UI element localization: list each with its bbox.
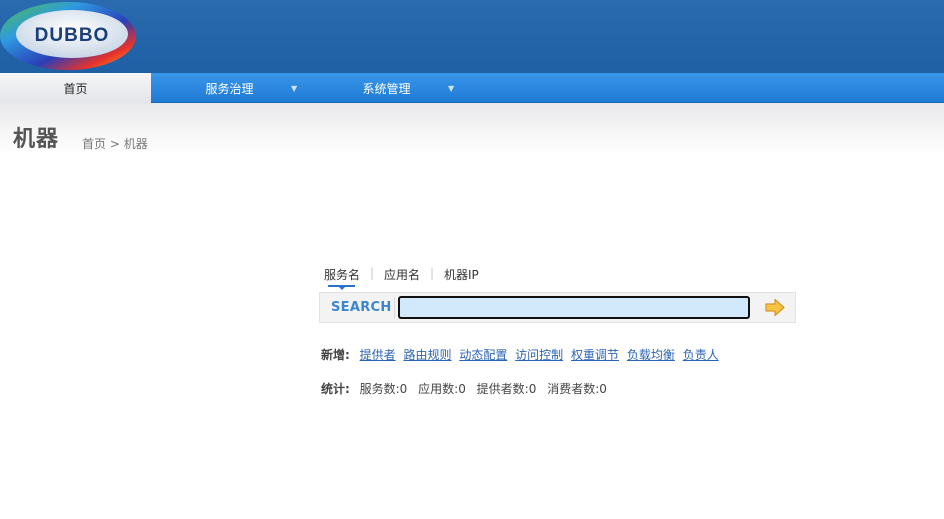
header-bar: DUBBO xyxy=(0,0,944,73)
add-weight-adjust-link[interactable]: 权重调节 xyxy=(571,348,619,362)
search-label: SEARCH xyxy=(331,300,392,315)
svg-text:DUBBO: DUBBO xyxy=(35,25,110,46)
add-access-control-link[interactable]: 访问控制 xyxy=(515,348,563,362)
arrow-right-icon[interactable] xyxy=(764,298,786,317)
stat-provider-count: 提供者数:0 xyxy=(476,382,537,396)
tab-service-name[interactable]: 服务名 xyxy=(324,266,360,283)
stat-consumer-count: 消费者数:0 xyxy=(547,382,607,396)
active-tab-pointer xyxy=(339,287,345,290)
dubbo-logo[interactable]: DUBBO xyxy=(0,0,142,72)
stat-application-count: 应用数:0 xyxy=(418,382,466,396)
tab-separator: | xyxy=(370,266,375,280)
add-route-rule-link[interactable]: 路由规则 xyxy=(403,348,451,362)
search-bar: SEARCH xyxy=(319,292,796,323)
quick-add-row: 新增: 提供者 路由规则 动态配置 访问控制 权重调节 负载均衡 负责人 xyxy=(321,346,723,363)
chevron-down-icon[interactable]: ▼ xyxy=(448,73,454,104)
add-provider-link[interactable]: 提供者 xyxy=(360,348,396,362)
tab-separator: | xyxy=(430,266,435,280)
nav-home[interactable]: 首页 xyxy=(0,73,151,103)
search-divider xyxy=(394,297,395,319)
breadcrumb: 首页 > 机器 xyxy=(82,135,148,152)
tab-application-name[interactable]: 应用名 xyxy=(384,266,420,283)
add-owner-link[interactable]: 负责人 xyxy=(683,348,719,362)
nav-system-management[interactable]: 系统管理 xyxy=(308,73,465,103)
add-dynamic-config-link[interactable]: 动态配置 xyxy=(459,348,507,362)
stats-row: 统计: 服务数:0 应用数:0 提供者数:0 消费者数:0 xyxy=(321,380,614,397)
chevron-down-icon[interactable]: ▼ xyxy=(291,73,297,104)
page-title: 机器 xyxy=(13,127,60,152)
main-nav: 首页 服务治理 ▼ 系统管理 ▼ xyxy=(0,73,944,103)
stats-label: 统计: xyxy=(321,382,350,396)
breadcrumb-home-link[interactable]: 首页 xyxy=(82,137,106,151)
search-input[interactable] xyxy=(398,296,750,319)
nav-service-governance[interactable]: 服务治理 xyxy=(151,73,308,103)
stat-service-count: 服务数:0 xyxy=(359,382,408,396)
breadcrumb-current: 机器 xyxy=(123,137,148,151)
add-load-balance-link[interactable]: 负载均衡 xyxy=(627,348,675,362)
tab-machine-ip[interactable]: 机器IP xyxy=(444,266,479,283)
add-label: 新增: xyxy=(321,348,350,362)
breadcrumb-separator: > xyxy=(106,137,124,151)
